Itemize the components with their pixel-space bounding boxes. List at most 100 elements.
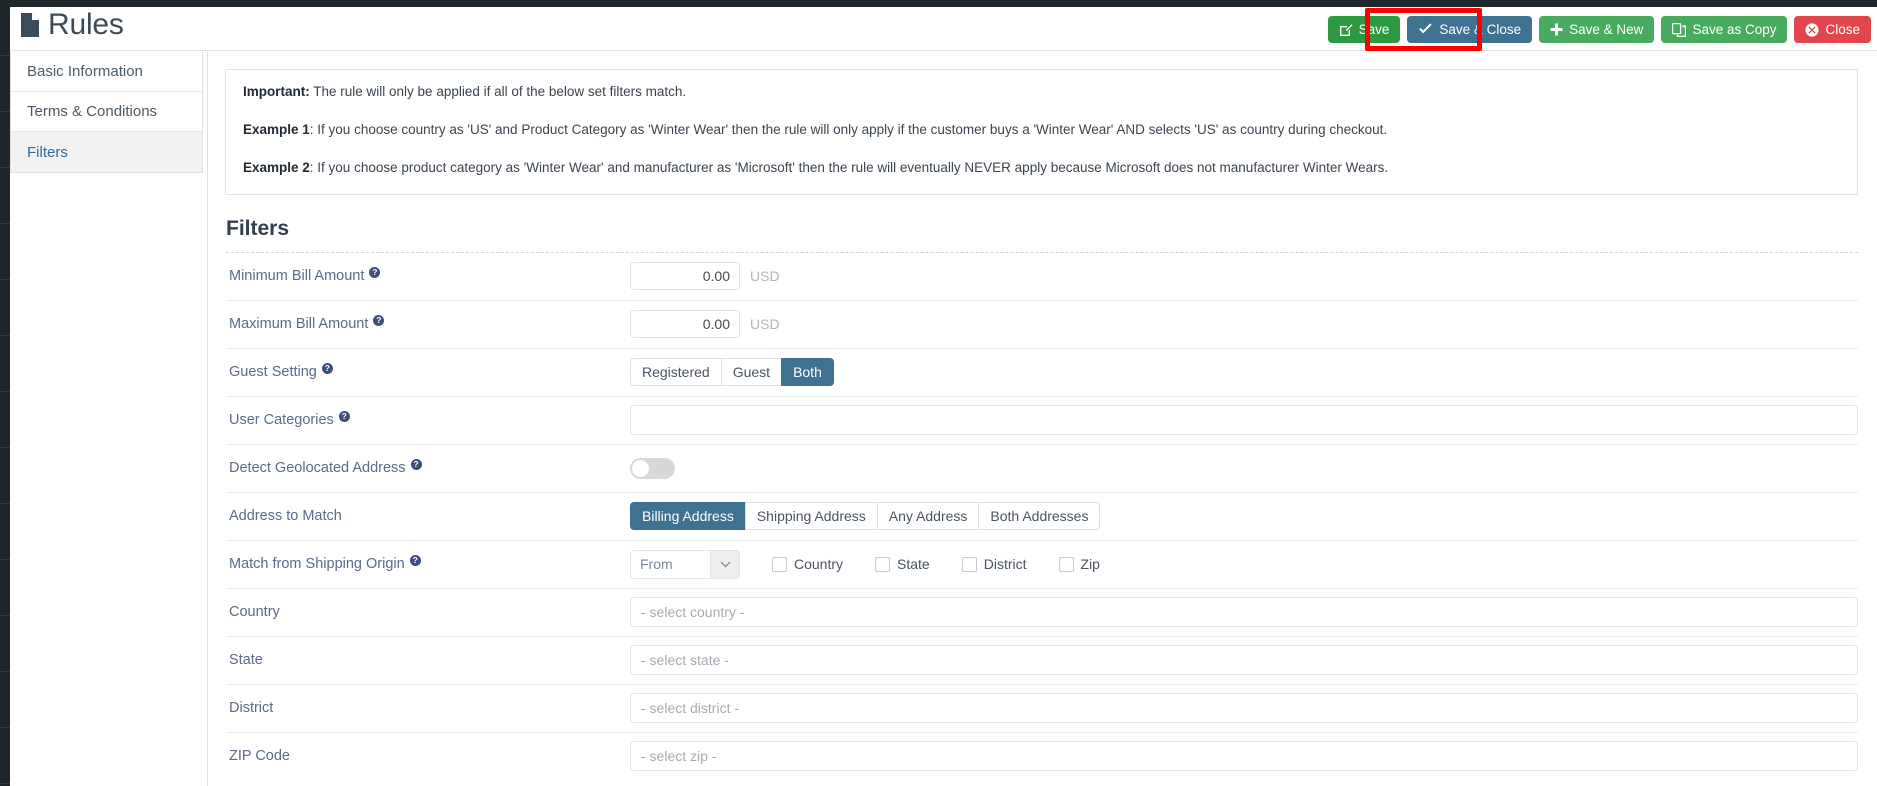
field-minimum-bill-amount: USD	[630, 262, 1858, 291]
close-button-label: Close	[1825, 21, 1860, 37]
copy-icon	[1672, 22, 1687, 37]
row-maximum-bill-amount: Maximum Bill Amount ? USD	[226, 299, 1858, 348]
field-address-to-match: Billing Address Shipping Address Any Add…	[630, 502, 1858, 531]
field-maximum-bill-amount: USD	[630, 310, 1858, 339]
zip-code-select[interactable]	[630, 741, 1858, 772]
info-line-text: : If you choose product category as 'Win…	[309, 160, 1389, 176]
user-categories-input[interactable]	[630, 405, 1858, 436]
minimum-bill-amount-input[interactable]	[630, 262, 740, 291]
maximum-bill-amount-unit: USD	[750, 316, 780, 333]
label-user-categories: User Categories ?	[226, 410, 630, 428]
top-strip	[10, 0, 1877, 7]
shipping-origin-select[interactable]: From	[630, 549, 740, 579]
maximum-bill-amount-input[interactable]	[630, 310, 740, 339]
rail-segment	[0, 224, 10, 280]
address-option-shipping[interactable]: Shipping Address	[744, 502, 877, 531]
country-select[interactable]	[630, 597, 1858, 628]
help-icon[interactable]: ?	[338, 410, 350, 422]
filters-form: Minimum Bill Amount ? USD Maximum Bill A…	[226, 251, 1858, 780]
district-select[interactable]	[630, 693, 1858, 724]
sidebar-item-label: Basic Information	[27, 63, 143, 80]
checkbox-state-box[interactable]	[875, 556, 891, 572]
checkbox-country-box[interactable]	[772, 556, 787, 572]
label-text: ZIP Code	[229, 748, 290, 765]
address-option-any[interactable]: Any Address	[876, 502, 979, 531]
save-as-copy-button[interactable]: Save as Copy	[1661, 16, 1788, 43]
sidebar-item-filters[interactable]: Filters	[11, 132, 202, 172]
checkbox-district-box[interactable]	[961, 556, 977, 572]
app-window: Rules Save Save & Close Save & New Save …	[0, 0, 1877, 786]
checkbox-zip-box[interactable]	[1058, 556, 1074, 572]
guest-setting-option-guest[interactable]: Guest	[720, 358, 782, 387]
label-match-from-shipping-origin: Match from Shipping Origin ?	[226, 554, 630, 573]
rail-segment	[0, 560, 10, 616]
address-option-billing[interactable]: Billing Address	[630, 502, 745, 531]
checkbox-district-label: District	[983, 556, 1027, 573]
state-select[interactable]	[630, 645, 1858, 676]
save-and-close-button[interactable]: Save & Close	[1407, 16, 1533, 43]
row-minimum-bill-amount: Minimum Bill Amount ? USD	[226, 251, 1858, 300]
close-circle-icon	[1805, 22, 1820, 37]
checkbox-zip[interactable]: Zip	[1058, 556, 1100, 572]
checkbox-country[interactable]: Country	[772, 556, 843, 572]
label-guest-setting: Guest Setting ?	[226, 362, 630, 380]
toggle-knob	[632, 459, 649, 477]
save-button[interactable]: Save	[1327, 16, 1401, 43]
detect-geolocated-address-toggle[interactable]	[630, 457, 675, 479]
row-zip-code: ZIP Code	[226, 731, 1858, 780]
label-text: Detect Geolocated Address	[229, 460, 406, 477]
sidebar-item-label: Terms & Conditions	[27, 103, 158, 120]
guest-setting-option-registered[interactable]: Registered	[630, 358, 721, 387]
guest-setting-option-both[interactable]: Both	[781, 358, 834, 387]
sidebar-item-terms-and-conditions[interactable]: Terms & Conditions	[11, 92, 202, 132]
field-guest-setting: Registered Guest Both	[630, 358, 1858, 387]
section-title: Filters	[226, 216, 290, 240]
plus-icon	[1550, 23, 1563, 36]
row-detect-geolocated-address: Detect Geolocated Address ?	[226, 443, 1858, 492]
field-detect-geolocated-address	[630, 457, 1858, 479]
minimum-bill-amount-unit: USD	[750, 268, 780, 285]
row-district: District	[226, 683, 1858, 732]
help-icon[interactable]: ?	[409, 554, 421, 566]
page-title-text: Rules	[48, 8, 124, 41]
info-box: Important: The rule will only be applied…	[225, 69, 1858, 195]
save-and-new-button[interactable]: Save & New	[1539, 16, 1655, 43]
help-icon[interactable]: ?	[321, 362, 333, 374]
checkbox-state[interactable]: State	[875, 556, 930, 572]
field-state	[630, 645, 1858, 676]
label-text: Country	[229, 604, 280, 621]
shipping-origin-select-value: From	[640, 556, 673, 573]
label-district: District	[226, 700, 630, 716]
field-match-from-shipping-origin: From Country State District Zip	[630, 549, 1858, 579]
rail-segment	[0, 280, 10, 336]
check-icon	[1418, 23, 1433, 36]
sidebar-item-basic-information[interactable]: Basic Information	[11, 52, 202, 92]
row-match-from-shipping-origin: Match from Shipping Origin ? From Countr…	[226, 539, 1858, 588]
row-address-to-match: Address to Match Billing Address Shippin…	[226, 491, 1858, 540]
info-line-text: : If you choose country as 'US' and Prod…	[309, 122, 1388, 138]
checkbox-district[interactable]: District	[961, 556, 1027, 573]
label-text: Match from Shipping Origin	[229, 556, 405, 573]
help-icon[interactable]: ?	[373, 314, 385, 326]
info-line-example-1: Example 1: If you choose country as 'US'…	[243, 121, 1840, 139]
field-user-categories	[630, 405, 1858, 436]
help-icon[interactable]: ?	[369, 266, 381, 278]
address-to-match-group: Billing Address Shipping Address Any Add…	[630, 502, 1101, 531]
rail-segment	[0, 504, 10, 560]
close-button[interactable]: Close	[1794, 16, 1871, 43]
address-option-both[interactable]: Both Addresses	[978, 502, 1101, 531]
rail-segment	[0, 616, 10, 672]
info-line-label: Example 2	[243, 160, 310, 176]
info-line-label: Important:	[243, 84, 310, 99]
help-icon[interactable]: ?	[410, 458, 422, 470]
rail-segment	[0, 56, 10, 112]
chevron-down-icon	[710, 550, 739, 578]
row-user-categories: User Categories ?	[226, 395, 1858, 444]
header-bar: Rules Save Save & Close Save & New Save …	[10, 7, 1877, 51]
rail-segment	[0, 0, 10, 56]
field-country	[630, 597, 1858, 628]
label-text: Maximum Bill Amount	[229, 316, 369, 333]
rail-segment	[0, 168, 10, 224]
guest-setting-group: Registered Guest Both	[630, 358, 834, 387]
save-and-new-label: Save & New	[1569, 21, 1644, 37]
